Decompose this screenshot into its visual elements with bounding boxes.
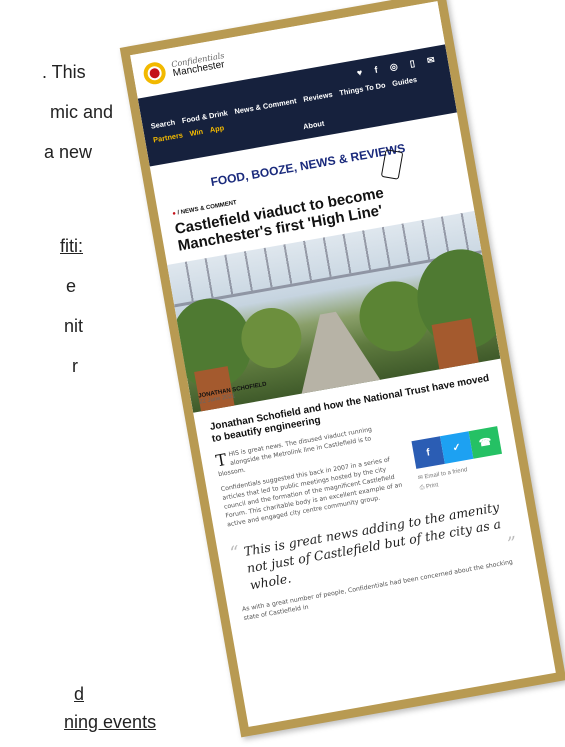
- bg-text-line: nit: [64, 316, 84, 336]
- bg-text-line: a new: [44, 142, 93, 162]
- drop-cap: T: [214, 450, 229, 471]
- nav-item-app[interactable]: App: [209, 123, 225, 134]
- bg-text-line: . This: [42, 62, 86, 82]
- open-quote-icon: “: [228, 542, 242, 565]
- nav-item-things-to-do[interactable]: Things To Do: [339, 80, 387, 97]
- nav-item-win[interactable]: Win: [189, 127, 204, 138]
- bg-text-line: r: [72, 356, 78, 376]
- nav-item-search[interactable]: Search: [150, 118, 176, 131]
- bg-text-line: ning events: [64, 712, 157, 732]
- site-logo-icon[interactable]: [141, 60, 168, 87]
- close-quote-icon: ”: [505, 532, 519, 555]
- share-panel: f ✓ ☎ ✉ Email to a friend ⎙ Print: [411, 426, 509, 502]
- bg-text-line: d: [74, 684, 85, 704]
- article-page: Confidentials Manchester ♥ f ◎ ▯ ✉ Searc…: [130, 1, 556, 727]
- bg-text-line: e: [66, 276, 77, 296]
- whatsapp-share-button[interactable]: ☎: [468, 426, 503, 460]
- bg-text-line: fiti:: [60, 236, 84, 256]
- print-label: Print: [425, 482, 439, 491]
- nav-item-reviews[interactable]: Reviews: [303, 90, 334, 104]
- twitter-share-button[interactable]: ✓: [440, 431, 474, 465]
- bg-text-line: mic and: [50, 102, 114, 122]
- section-dot-icon: ●: [171, 210, 177, 218]
- nav-item-guides[interactable]: Guides: [391, 75, 417, 88]
- nav-item-partners[interactable]: Partners: [152, 130, 183, 144]
- article-screenshot: Confidentials Manchester ♥ f ◎ ▯ ✉ Searc…: [119, 0, 565, 738]
- brand[interactable]: Confidentials Manchester: [171, 51, 227, 79]
- facebook-share-button[interactable]: f: [411, 436, 445, 470]
